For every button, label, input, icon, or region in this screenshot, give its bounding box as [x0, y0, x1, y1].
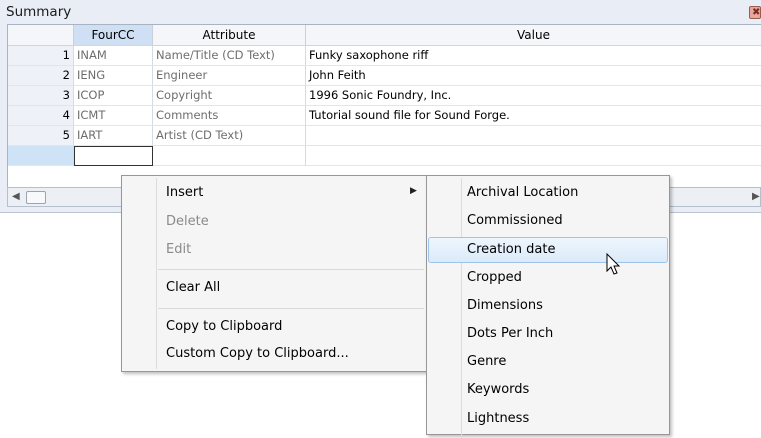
- submenu-gutter: [461, 178, 462, 438]
- value-cell[interactable]: [306, 146, 761, 166]
- fourcc-cell[interactable]: IART: [74, 126, 153, 146]
- column-header-attribute[interactable]: Attribute: [153, 25, 306, 45]
- panel-title: Summary: [6, 4, 72, 20]
- summary-table: FourCC Attribute Value 1 INAM Name/Title…: [7, 24, 761, 188]
- scroll-left-icon[interactable]: ◀: [12, 191, 20, 202]
- insert-submenu: Archival Location Commissioned Creation …: [426, 175, 670, 438]
- menu-item-clear-all[interactable]: Clear All: [166, 280, 220, 295]
- value-cell[interactable]: Funky saxophone riff: [306, 46, 761, 66]
- fourcc-cell[interactable]: IENG: [74, 66, 153, 86]
- row-number-header: [8, 25, 74, 45]
- table-row[interactable]: 3 ICOP Copyright 1996 Sonic Foundry, Inc…: [8, 86, 761, 106]
- attribute-cell[interactable]: Name/Title (CD Text): [153, 46, 306, 66]
- submenu-item-commissioned[interactable]: Commissioned: [467, 213, 563, 228]
- row-number: [8, 146, 74, 166]
- column-header-value[interactable]: Value: [306, 25, 761, 45]
- close-icon[interactable]: ✖: [749, 6, 761, 19]
- fourcc-cell[interactable]: ICOP: [74, 86, 153, 106]
- column-header-fourcc[interactable]: FourCC: [74, 25, 153, 45]
- table-row[interactable]: 4 ICMT Comments Tutorial sound file for …: [8, 106, 761, 126]
- menu-separator: [158, 269, 424, 270]
- submenu-item-creation-date[interactable]: Creation date: [467, 242, 555, 257]
- menu-item-custom-copy[interactable]: Custom Copy to Clipboard...: [166, 346, 349, 361]
- submenu-item-lightness[interactable]: Lightness: [467, 411, 529, 426]
- fourcc-cell[interactable]: ICMT: [74, 106, 153, 126]
- row-number: 2: [8, 66, 74, 86]
- submenu-item-genre[interactable]: Genre: [467, 354, 506, 369]
- new-row[interactable]: [8, 146, 761, 166]
- attribute-cell[interactable]: [153, 146, 306, 166]
- attribute-cell[interactable]: Engineer: [153, 66, 306, 86]
- menu-item-delete[interactable]: Delete: [166, 214, 209, 229]
- table-row[interactable]: 2 IENG Engineer John Feith: [8, 66, 761, 86]
- scroll-right-icon[interactable]: ▶: [752, 191, 760, 202]
- table-row[interactable]: 1 INAM Name/Title (CD Text) Funky saxoph…: [8, 46, 761, 66]
- menu-item-insert[interactable]: Insert: [166, 185, 203, 200]
- value-cell[interactable]: 1996 Sonic Foundry, Inc.: [306, 86, 761, 106]
- table-row[interactable]: 5 IART Artist (CD Text): [8, 126, 761, 146]
- menu-gutter: [156, 178, 157, 369]
- submenu-item-keywords[interactable]: Keywords: [467, 382, 529, 397]
- submenu-item-dimensions[interactable]: Dimensions: [467, 298, 543, 313]
- row-number: 3: [8, 86, 74, 106]
- context-menu: Insert ▶ Delete Edit Clear All Copy to C…: [121, 175, 427, 372]
- submenu-item-dots-per-inch[interactable]: Dots Per Inch: [467, 326, 553, 341]
- value-cell[interactable]: Tutorial sound file for Sound Forge.: [306, 106, 761, 126]
- fourcc-edit-cell[interactable]: [74, 146, 153, 166]
- value-cell[interactable]: John Feith: [306, 66, 761, 86]
- row-number: 1: [8, 46, 74, 66]
- mouse-pointer-icon: [606, 253, 621, 275]
- submenu-item-archival-location[interactable]: Archival Location: [467, 185, 578, 200]
- fourcc-cell[interactable]: INAM: [74, 46, 153, 66]
- row-number: 5: [8, 126, 74, 146]
- attribute-cell[interactable]: Copyright: [153, 86, 306, 106]
- menu-separator: [158, 308, 424, 309]
- table-header: FourCC Attribute Value: [8, 25, 761, 46]
- scroll-thumb[interactable]: [26, 191, 46, 204]
- row-number: 4: [8, 106, 74, 126]
- attribute-cell[interactable]: Artist (CD Text): [153, 126, 306, 146]
- value-cell[interactable]: [306, 126, 761, 146]
- submenu-item-cropped[interactable]: Cropped: [467, 270, 522, 285]
- menu-item-edit[interactable]: Edit: [166, 242, 191, 257]
- attribute-cell[interactable]: Comments: [153, 106, 306, 126]
- submenu-arrow-icon: ▶: [410, 186, 417, 196]
- menu-item-copy-to-clipboard[interactable]: Copy to Clipboard: [166, 319, 282, 334]
